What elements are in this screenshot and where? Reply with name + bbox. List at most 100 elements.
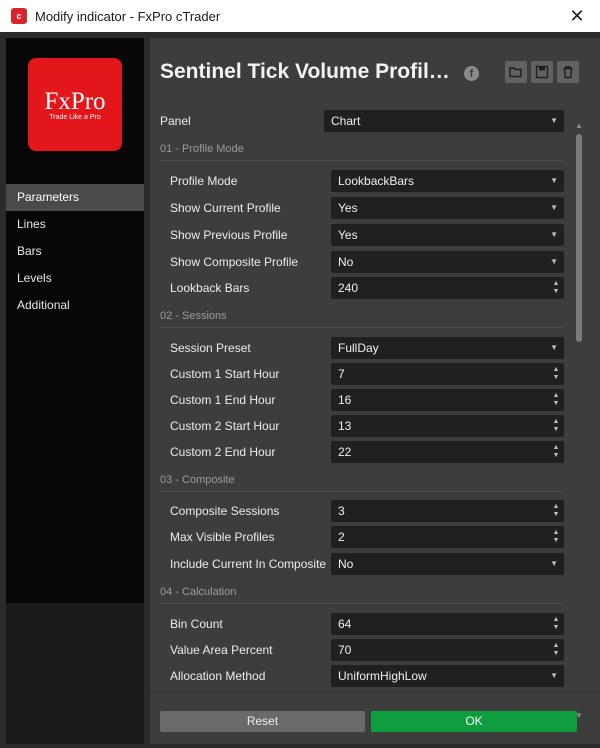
open-folder-icon — [509, 67, 522, 78]
param-row-session-preset: Session Preset FullDay ▼ — [150, 337, 570, 359]
footer-divider — [150, 692, 600, 693]
spinner-arrows-icon[interactable]: ▲ ▼ — [552, 529, 560, 545]
param-label: Bin Count — [170, 617, 223, 631]
param-label: Max Visible Profiles — [170, 530, 275, 544]
ok-button[interactable]: OK — [371, 711, 577, 732]
param-value: FullDay — [338, 341, 379, 355]
dialog-body: FxPro Trade Like a Pro Parameters Lines … — [0, 32, 600, 748]
param-row-show-previous-profile: Show Previous Profile Yes ▼ — [150, 224, 570, 246]
param-label: Show Composite Profile — [170, 255, 299, 269]
logo-text: FxPro — [44, 88, 106, 115]
include-current-composite-select[interactable]: No ▼ — [331, 553, 564, 575]
sidebar-item-additional[interactable]: Additional — [6, 292, 144, 319]
spinner-arrows-icon[interactable]: ▲ ▼ — [552, 366, 560, 382]
param-row-max-visible-profiles: Max Visible Profiles 2 ▲ ▼ — [150, 526, 570, 548]
section-divider — [160, 603, 564, 604]
param-label: Custom 1 End Hour — [170, 393, 276, 407]
save-button[interactable] — [531, 61, 553, 83]
show-composite-profile-select[interactable]: No ▼ — [331, 251, 564, 273]
param-value: Yes — [338, 228, 358, 242]
lookback-bars-stepper[interactable]: 240 ▲ ▼ — [331, 277, 564, 299]
composite-sessions-stepper[interactable]: 3 ▲ ▼ — [331, 500, 564, 522]
panel-select[interactable]: Chart ▼ — [324, 110, 564, 132]
param-label: Panel — [160, 114, 191, 128]
chevron-down-icon: ▼ — [550, 671, 558, 680]
section-title-composite: 03 - Composite — [160, 474, 235, 486]
param-value: UniformHighLow — [338, 669, 427, 683]
param-label: Show Current Profile — [170, 201, 281, 215]
param-value: 3 — [338, 504, 345, 518]
spinner-arrows-icon[interactable]: ▲ ▼ — [552, 280, 560, 296]
param-row-include-current-composite: Include Current In Composite No ▼ — [150, 553, 570, 575]
param-value: LookbackBars — [338, 174, 415, 188]
param-label: Allocation Method — [170, 669, 266, 683]
spinner-arrows-icon[interactable]: ▲ ▼ — [552, 616, 560, 632]
param-value: 16 — [338, 393, 352, 407]
save-icon — [535, 65, 549, 79]
open-folder-button[interactable] — [505, 61, 527, 83]
section-title-sessions: 02 - Sessions — [160, 310, 227, 322]
param-label: Include Current In Composite — [170, 557, 327, 571]
param-label: Lookback Bars — [170, 281, 250, 295]
param-value: Chart — [331, 114, 361, 128]
sidebar-nav: Parameters Lines Bars Levels Additional — [6, 184, 144, 319]
param-label: Session Preset — [170, 341, 251, 355]
chevron-down-icon: ▼ — [550, 257, 558, 266]
custom1-start-hour-stepper[interactable]: 7 ▲ ▼ — [331, 363, 564, 385]
section-divider — [160, 160, 564, 161]
facebook-icon[interactable]: f — [464, 66, 479, 81]
session-preset-select[interactable]: FullDay ▼ — [331, 337, 564, 359]
param-value: 240 — [338, 281, 359, 295]
fxpro-logo: FxPro Trade Like a Pro — [28, 58, 122, 151]
param-label: Composite Sessions — [170, 504, 280, 518]
sidebar-item-bars[interactable]: Bars — [6, 238, 144, 265]
max-visible-profiles-stepper[interactable]: 2 ▲ ▼ — [331, 526, 564, 548]
value-area-percent-stepper[interactable]: 70 ▲ ▼ — [331, 639, 564, 661]
sidebar: FxPro Trade Like a Pro Parameters Lines … — [6, 38, 144, 744]
param-row-profile-mode: Profile Mode LookbackBars ▼ — [150, 170, 570, 192]
sidebar-item-levels[interactable]: Levels — [6, 265, 144, 292]
reset-button[interactable]: Reset — [160, 711, 365, 732]
custom2-end-hour-stepper[interactable]: 22 ▲ ▼ — [331, 441, 564, 463]
show-previous-profile-select[interactable]: Yes ▼ — [331, 224, 564, 246]
profile-mode-select[interactable]: LookbackBars ▼ — [331, 170, 564, 192]
param-label: Custom 2 End Hour — [170, 445, 276, 459]
param-value: 70 — [338, 643, 352, 657]
param-label: Custom 2 Start Hour — [170, 419, 280, 433]
window-title: Modify indicator - FxPro cTrader — [35, 8, 221, 24]
sidebar-item-lines[interactable]: Lines — [6, 211, 144, 238]
param-label: Show Previous Profile — [170, 228, 288, 242]
section-title-profile-mode: 01 - Profile Mode — [160, 143, 244, 155]
close-button[interactable]: ✕ — [554, 0, 600, 32]
section-divider — [160, 491, 564, 492]
custom1-end-hour-stepper[interactable]: 16 ▲ ▼ — [331, 389, 564, 411]
spinner-arrows-icon[interactable]: ▲ ▼ — [552, 392, 560, 408]
chevron-down-icon: ▼ — [550, 343, 558, 352]
trash-icon — [563, 66, 573, 79]
delete-button[interactable] — [557, 61, 579, 83]
scrollbar-thumb[interactable] — [576, 134, 582, 342]
chevron-down-icon: ▼ — [550, 559, 558, 568]
title-bar: c Modify indicator - FxPro cTrader ✕ — [0, 0, 600, 32]
chevron-down-icon: ▼ — [550, 203, 558, 212]
allocation-method-select[interactable]: UniformHighLow ▼ — [331, 665, 564, 687]
scroll-up-arrow-icon[interactable]: ▲ — [575, 121, 583, 130]
spinner-arrows-icon[interactable]: ▲ ▼ — [552, 418, 560, 434]
section-divider — [160, 327, 564, 328]
sidebar-item-parameters[interactable]: Parameters — [6, 184, 144, 211]
param-value: No — [338, 557, 354, 571]
spinner-arrows-icon[interactable]: ▲ ▼ — [552, 444, 560, 460]
spinner-arrows-icon[interactable]: ▲ ▼ — [552, 642, 560, 658]
param-label: Profile Mode — [170, 174, 238, 188]
param-row-custom2-end: Custom 2 End Hour 22 ▲ ▼ — [150, 441, 570, 463]
bin-count-stepper[interactable]: 64 ▲ ▼ — [331, 613, 564, 635]
param-row-custom2-start: Custom 2 Start Hour 13 ▲ ▼ — [150, 415, 570, 437]
show-current-profile-select[interactable]: Yes ▼ — [331, 197, 564, 219]
param-value: 22 — [338, 445, 352, 459]
param-value: 64 — [338, 617, 352, 631]
spinner-arrows-icon[interactable]: ▲ ▼ — [552, 503, 560, 519]
param-row-custom1-start: Custom 1 Start Hour 7 ▲ ▼ — [150, 363, 570, 385]
chevron-down-icon: ▼ — [550, 116, 558, 125]
custom2-start-hour-stepper[interactable]: 13 ▲ ▼ — [331, 415, 564, 437]
section-title-calculation: 04 - Calculation — [160, 586, 237, 598]
